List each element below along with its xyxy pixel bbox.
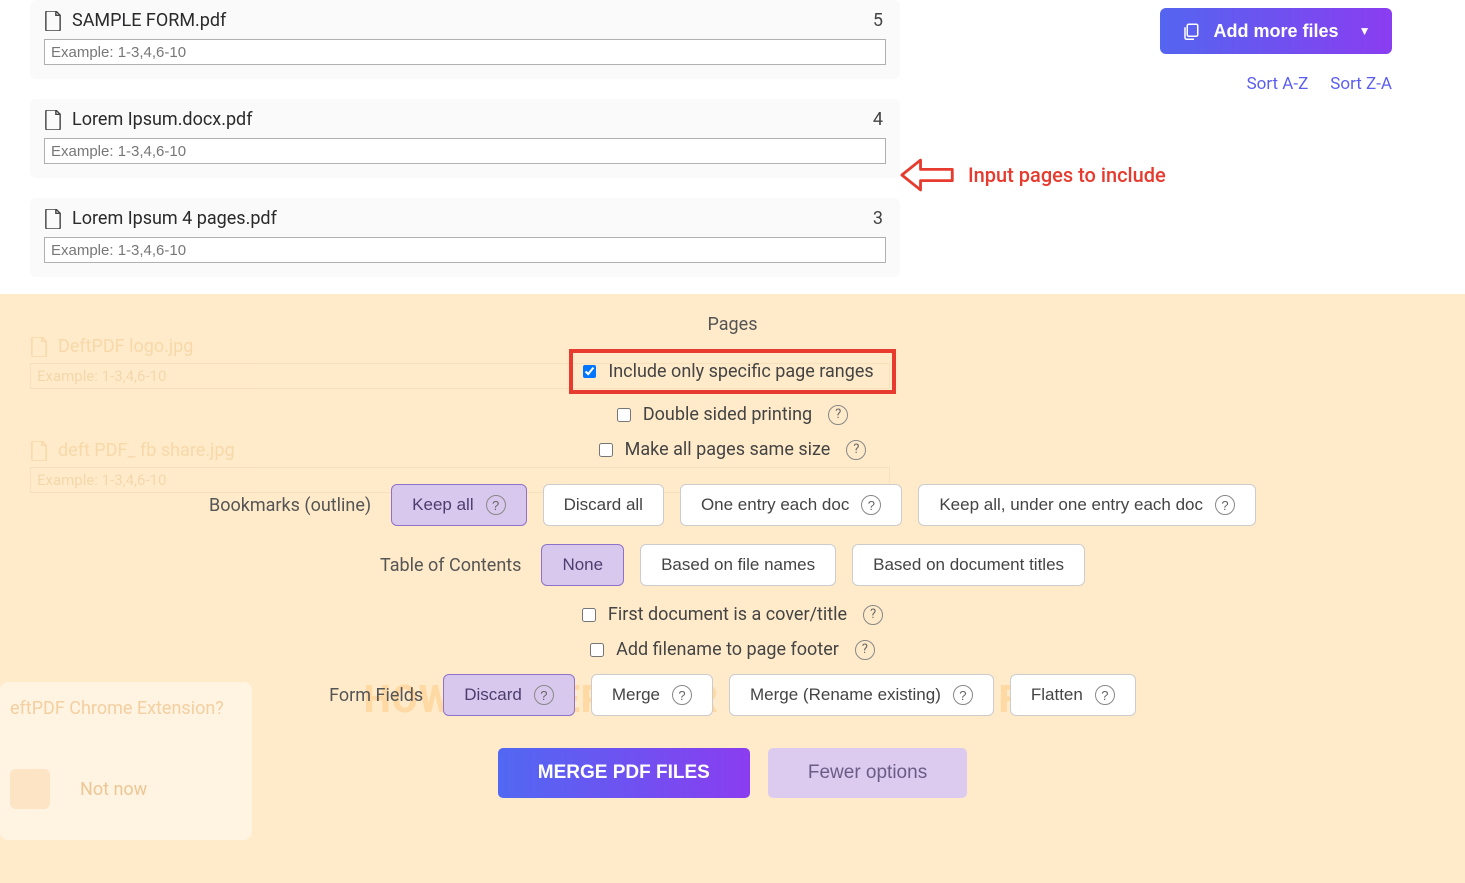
help-icon[interactable]: ? bbox=[534, 685, 554, 705]
chevron-down-icon: ▼ bbox=[1359, 24, 1371, 38]
button-label: Merge bbox=[612, 685, 660, 705]
highlighted-option: Include only specific page ranges bbox=[569, 349, 895, 394]
toc-label: Table of Contents bbox=[380, 555, 522, 576]
double-sided-checkbox[interactable] bbox=[617, 408, 631, 422]
include-ranges-checkbox[interactable] bbox=[583, 365, 596, 378]
file-card: Lorem Ipsum.docx.pdf 4 bbox=[30, 99, 900, 178]
first-cover-label: First document is a cover/title bbox=[608, 604, 847, 625]
file-page-count: 5 bbox=[873, 10, 883, 31]
help-icon[interactable]: ? bbox=[863, 605, 883, 625]
file-page-count: 4 bbox=[873, 109, 883, 130]
ff-merge-rename-button[interactable]: Merge (Rename existing) ? bbox=[729, 674, 994, 716]
help-icon[interactable]: ? bbox=[828, 405, 848, 425]
button-label: Merge (Rename existing) bbox=[750, 685, 941, 705]
file-icon bbox=[44, 110, 62, 130]
ff-flatten-button[interactable]: Flatten ? bbox=[1010, 674, 1136, 716]
bookmarks-one-each-button[interactable]: One entry each doc ? bbox=[680, 484, 902, 526]
bookmarks-keep-all-button[interactable]: Keep all ? bbox=[391, 484, 526, 526]
page-range-input[interactable] bbox=[44, 237, 886, 263]
form-fields-label: Form Fields bbox=[329, 685, 423, 706]
file-card: SAMPLE FORM.pdf 5 bbox=[30, 0, 900, 79]
fewer-options-button[interactable]: Fewer options bbox=[768, 748, 967, 798]
file-icon bbox=[44, 209, 62, 229]
sort-za-link[interactable]: Sort Z-A bbox=[1330, 74, 1392, 94]
merge-pdf-button[interactable]: MERGE PDF FILES bbox=[498, 748, 750, 798]
help-icon[interactable]: ? bbox=[672, 685, 692, 705]
arrow-left-icon bbox=[900, 155, 956, 195]
same-size-checkbox[interactable] bbox=[599, 443, 613, 457]
file-icon bbox=[44, 11, 62, 31]
button-label: None bbox=[562, 555, 603, 575]
help-icon[interactable]: ? bbox=[861, 495, 881, 515]
first-cover-checkbox[interactable] bbox=[582, 608, 596, 622]
annotation-text: Input pages to include bbox=[968, 163, 1166, 187]
ff-discard-button[interactable]: Discard ? bbox=[443, 674, 575, 716]
same-size-label: Make all pages same size bbox=[625, 439, 831, 460]
file-name: Lorem Ipsum 4 pages.pdf bbox=[72, 208, 873, 229]
add-more-files-button[interactable]: Add more files ▼ bbox=[1160, 8, 1392, 54]
ff-merge-button[interactable]: Merge ? bbox=[591, 674, 713, 716]
toc-filenames-button[interactable]: Based on file names bbox=[640, 544, 836, 586]
button-label: Discard bbox=[464, 685, 522, 705]
file-page-count: 3 bbox=[873, 208, 883, 229]
page-range-input[interactable] bbox=[44, 39, 886, 65]
bookmarks-label: Bookmarks (outline) bbox=[209, 495, 371, 516]
button-label: One entry each doc bbox=[701, 495, 849, 515]
toc-none-button[interactable]: None bbox=[541, 544, 624, 586]
add-more-label: Add more files bbox=[1214, 21, 1339, 42]
button-label: Flatten bbox=[1031, 685, 1083, 705]
file-list: SAMPLE FORM.pdf 5 Lorem Ipsum.docx.pdf 4… bbox=[30, 0, 900, 297]
toc-titles-button[interactable]: Based on document titles bbox=[852, 544, 1085, 586]
include-ranges-label: Include only specific page ranges bbox=[608, 361, 873, 382]
help-icon[interactable]: ? bbox=[953, 685, 973, 705]
button-label: Based on document titles bbox=[873, 555, 1064, 575]
help-icon[interactable]: ? bbox=[846, 440, 866, 460]
add-filename-footer-label: Add filename to page footer bbox=[616, 639, 839, 660]
help-icon[interactable]: ? bbox=[486, 495, 506, 515]
pages-label: Pages bbox=[708, 314, 758, 335]
file-name: Lorem Ipsum.docx.pdf bbox=[72, 109, 873, 130]
copy-icon bbox=[1182, 21, 1200, 41]
page-range-input[interactable] bbox=[44, 138, 886, 164]
add-filename-footer-checkbox[interactable] bbox=[590, 643, 604, 657]
button-label: Discard all bbox=[564, 495, 643, 515]
button-label: Based on file names bbox=[661, 555, 815, 575]
sort-az-link[interactable]: Sort A-Z bbox=[1247, 74, 1309, 94]
file-card: Lorem Ipsum 4 pages.pdf 3 bbox=[30, 198, 900, 277]
help-icon[interactable]: ? bbox=[1215, 495, 1235, 515]
help-icon[interactable]: ? bbox=[1095, 685, 1115, 705]
bookmarks-discard-button[interactable]: Discard all bbox=[543, 484, 664, 526]
button-label: Keep all bbox=[412, 495, 473, 515]
button-label: Keep all, under one entry each doc bbox=[939, 495, 1203, 515]
annotation: Input pages to include bbox=[900, 155, 1166, 195]
options-panel: Pages Include only specific page ranges … bbox=[0, 300, 1465, 798]
file-name: SAMPLE FORM.pdf bbox=[72, 10, 873, 31]
bookmarks-keep-under-button[interactable]: Keep all, under one entry each doc ? bbox=[918, 484, 1256, 526]
help-icon[interactable]: ? bbox=[855, 640, 875, 660]
double-sided-label: Double sided printing bbox=[643, 404, 812, 425]
